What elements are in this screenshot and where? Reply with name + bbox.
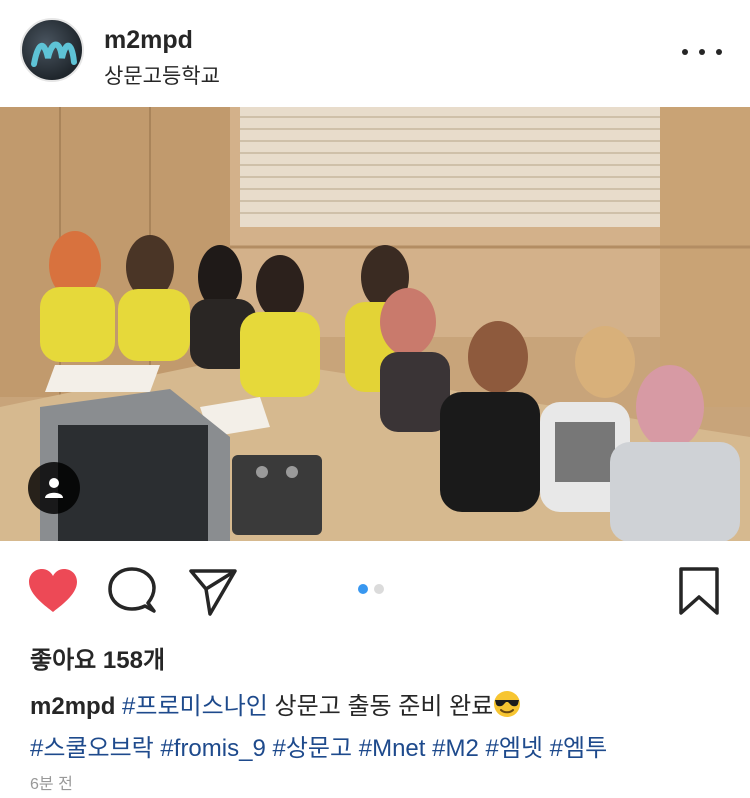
caption-username[interactable]: m2mpd <box>30 693 115 720</box>
bookmark-icon[interactable] <box>678 566 720 616</box>
paper-plane-icon[interactable] <box>188 568 238 616</box>
post-username[interactable]: m2mpd <box>104 26 193 55</box>
post-photo[interactable] <box>0 107 750 541</box>
hashtag-link[interactable]: #엠넷 <box>485 735 543 762</box>
hashtag-link[interactable]: #스쿨오브락 <box>30 735 154 762</box>
post-location[interactable]: 상문고등학교 <box>104 60 220 90</box>
sunglasses-emoji-icon <box>494 691 521 717</box>
caption-text: 상문고 출동 준비 완료 <box>274 693 494 720</box>
post-header: m2mpd 상문고등학교 <box>0 0 750 107</box>
hashtag-link[interactable]: #Mnet <box>359 735 426 762</box>
likes-count[interactable]: 좋아요 158개 <box>30 640 165 675</box>
hashtag-link[interactable]: #상문고 <box>272 735 352 762</box>
post-timestamp: 6분 전 <box>30 776 73 793</box>
carousel-dot <box>374 584 384 594</box>
user-tag-icon[interactable] <box>28 462 80 514</box>
hashtag-link[interactable]: #M2 <box>432 735 479 762</box>
avatar[interactable] <box>20 18 84 82</box>
hashtag-link[interactable]: #fromis_9 <box>160 735 265 762</box>
post-caption: m2mpd #프로미스나인 상문고 출동 준비 완료 #스쿨오브락 #fromi… <box>30 686 730 770</box>
heart-filled-icon[interactable] <box>27 568 79 614</box>
carousel-dot-active <box>358 584 368 594</box>
more-options-icon[interactable] <box>682 42 722 62</box>
hashtag-link[interactable]: #프로미스나인 <box>122 693 268 720</box>
hashtag-link[interactable]: #엠투 <box>550 735 608 762</box>
carousel-indicator <box>358 584 384 594</box>
comment-bubble-icon[interactable] <box>108 567 156 615</box>
